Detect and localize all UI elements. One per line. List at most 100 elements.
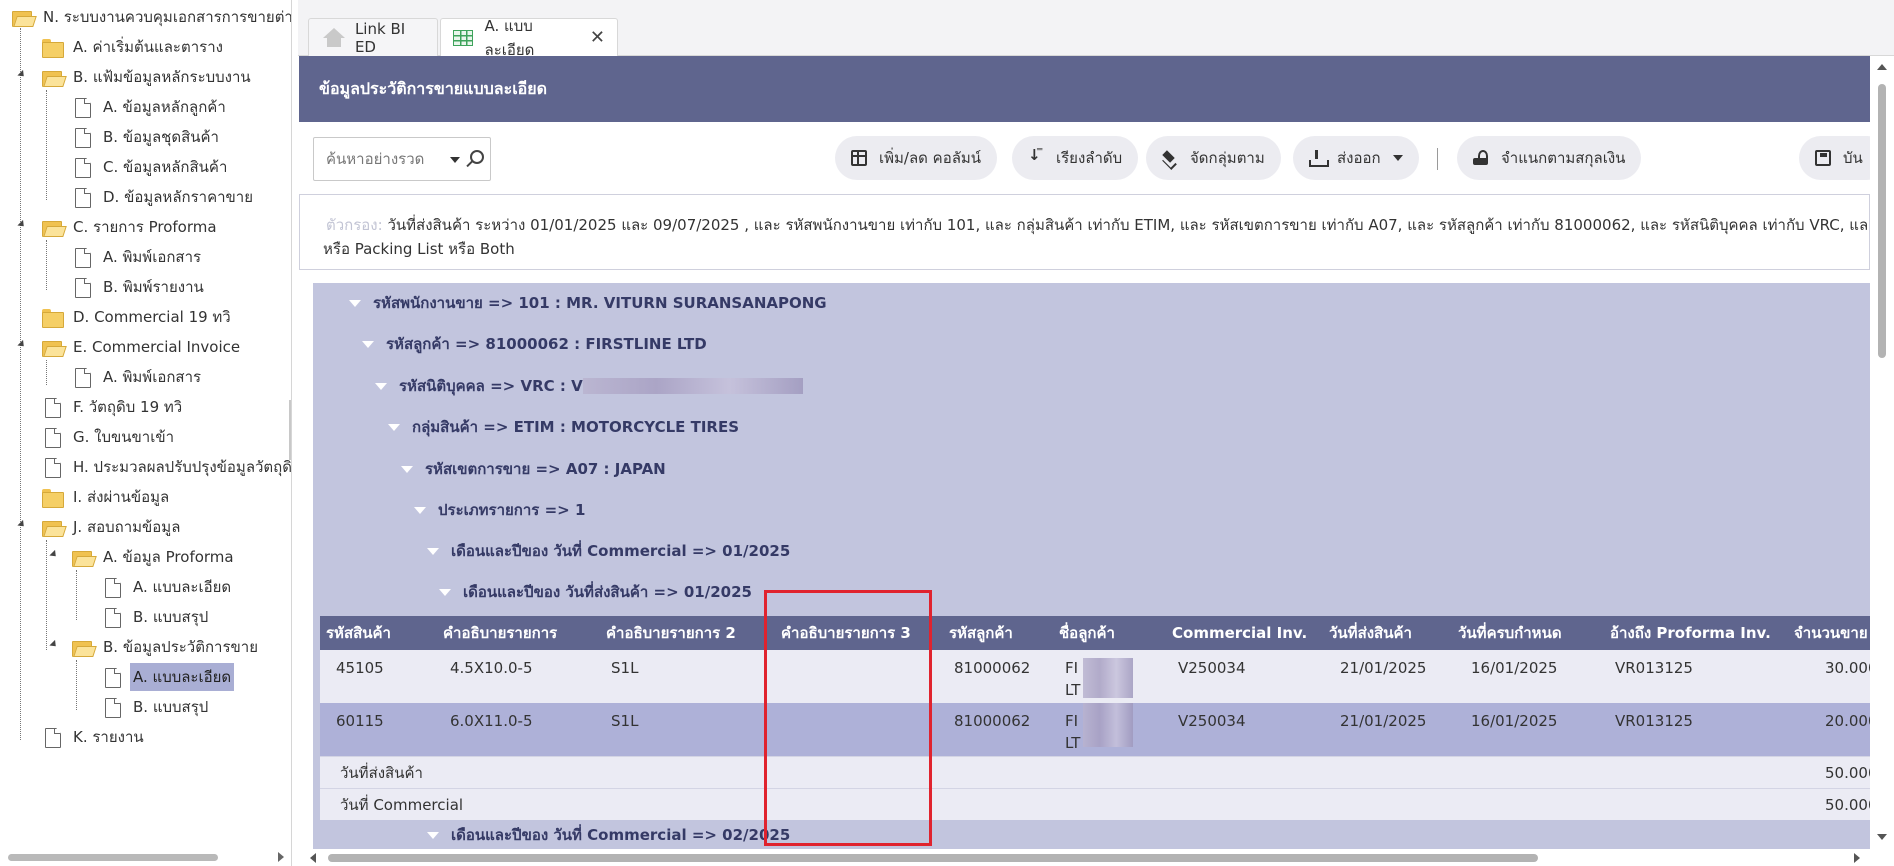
tree-node-selected[interactable]: A. แบบละเอียด: [102, 663, 238, 691]
scroll-right-arrow-icon[interactable]: [278, 852, 284, 862]
group-row[interactable]: ประเภทรายการ => 1: [313, 492, 585, 528]
chevron-down-icon[interactable]: [450, 157, 460, 163]
column-header[interactable]: คำอธิบายรายการ: [443, 616, 557, 650]
collapse-arrow-icon[interactable]: [362, 340, 374, 348]
tree-node[interactable]: A. ข้อมูล Proforma: [72, 544, 241, 570]
tree-node[interactable]: E. Commercial Invoice: [42, 334, 247, 360]
expand-arrow-icon[interactable]: [17, 69, 27, 80]
cell-ship-date: 21/01/2025: [1340, 659, 1427, 677]
tree-node[interactable]: B. แบบสรุป: [102, 604, 215, 630]
tree-node[interactable]: J. สอบถามข้อมูล: [42, 514, 187, 540]
column-header[interactable]: จำนวนขาย: [1794, 616, 1868, 650]
expand-arrow-icon[interactable]: [17, 219, 27, 230]
tree-node[interactable]: C. รายการ Proforma: [42, 214, 224, 240]
scrollbar-thumb[interactable]: [1878, 84, 1886, 358]
expand-arrow-icon[interactable]: [17, 519, 27, 530]
tree-horizontal-scrollbar[interactable]: [0, 848, 291, 866]
column-header[interactable]: อ้างถึง Proforma Inv.: [1610, 616, 1771, 650]
tree-splitter-handle[interactable]: [289, 400, 291, 460]
collapse-arrow-icon[interactable]: [401, 465, 413, 473]
horizontal-scrollbar[interactable]: [298, 849, 1870, 866]
tree-node[interactable]: A. แบบละเอียด: [102, 574, 238, 600]
highlight-box: [764, 590, 932, 846]
column-header[interactable]: วันที่ครบกำหนด: [1458, 616, 1562, 650]
tree-node[interactable]: I. ส่งผ่านข้อมูล: [42, 484, 176, 510]
redacted-block: [1083, 658, 1133, 698]
document-icon: [75, 98, 91, 116]
group-row[interactable]: เดือนและปีของ วันที่ส่งสินค้า => 01/2025: [313, 574, 752, 610]
columns-button[interactable]: เพิ่ม/ลด คอลัมน์: [835, 136, 998, 180]
scroll-down-arrow-icon[interactable]: [1877, 834, 1887, 840]
collapse-arrow-icon[interactable]: [427, 547, 439, 555]
tree-node[interactable]: F. วัตถุดิบ 19 ทวิ: [42, 394, 189, 420]
folder-icon: [42, 38, 64, 58]
expand-arrow-icon[interactable]: [49, 639, 59, 650]
group-row[interactable]: กลุ่มสินค้า => ETIM : MOTORCYCLE TIRES: [313, 409, 739, 445]
tree-node[interactable]: H. ประมวลผลปรับปรุงข้อมูลวัตถุดิ: [42, 454, 291, 480]
collapse-arrow-icon[interactable]: [414, 506, 426, 514]
filter-line: หรือ Packing List หรือ Both: [323, 237, 1868, 261]
tree-connector: [46, 90, 47, 200]
group-row[interactable]: รหัสนิติบุคคล => VRC : V: [313, 368, 803, 404]
hand-money-icon: [1473, 150, 1489, 166]
scroll-left-arrow-icon[interactable]: [310, 853, 316, 863]
table-row[interactable]: 60115 6.0X11.0-5 S1L 81000062 FI LT V2500…: [320, 703, 1870, 756]
group-row[interactable]: เดือนและปีของ วันที่ Commercial => 01/20…: [313, 533, 790, 569]
expand-arrow-icon[interactable]: [17, 339, 27, 350]
scroll-up-arrow-icon[interactable]: [1877, 64, 1887, 70]
column-header[interactable]: วันที่ส่งสินค้า: [1329, 616, 1412, 650]
column-header[interactable]: รหัสลูกค้า: [949, 616, 1013, 650]
group-row[interactable]: เดือนและปีของ วันที่ Commercial => 02/20…: [313, 820, 790, 849]
collapse-arrow-icon[interactable]: [388, 423, 400, 431]
search-input[interactable]: ค้นหาอย่างรวด: [313, 137, 491, 181]
columns-icon: [851, 150, 867, 166]
subtotal-quantity: 50.000: [1825, 764, 1870, 782]
tree-node[interactable]: B. พิมพ์รายงาน: [72, 274, 211, 300]
group-button[interactable]: จัดกลุ่มตาม: [1146, 136, 1281, 180]
tree-node[interactable]: B. แบบสรุป: [102, 694, 215, 720]
export-button[interactable]: ส่งออก: [1293, 136, 1419, 180]
scrollbar-thumb[interactable]: [8, 854, 218, 861]
tree-node[interactable]: A. พิมพ์เอกสาร: [72, 364, 208, 390]
tree-node[interactable]: G. ใบขนขาเข้า: [42, 424, 181, 450]
group-row[interactable]: รหัสพนักงานขาย => 101 : MR. VITURN SURAN…: [313, 285, 827, 321]
close-icon[interactable]: ✕: [590, 29, 605, 47]
table-row[interactable]: 45105 4.5X10.0-5 S1L 81000062 FI LT V2500…: [320, 650, 1870, 703]
column-header[interactable]: คำอธิบายรายการ 2: [606, 616, 736, 650]
tree-node[interactable]: B. ข้อมูลประวัติการขาย: [72, 634, 265, 660]
tree-node[interactable]: A. ค่าเริ่มต้นและตาราง: [42, 34, 230, 60]
tab-detail[interactable]: A. แบบละเอียด ✕: [440, 17, 618, 59]
tree-node[interactable]: B. ข้อมูลชุดสินค้า: [72, 124, 226, 150]
tree-node[interactable]: D. ข้อมูลหลักราคาขาย: [72, 184, 260, 210]
document-icon: [75, 188, 91, 206]
group-row[interactable]: รหัสเขตการขาย => A07 : JAPAN: [313, 451, 666, 487]
column-header[interactable]: ชื่อลูกค้า: [1059, 616, 1115, 650]
cell-due-date: 16/01/2025: [1471, 712, 1558, 730]
collapse-arrow-icon[interactable]: [439, 588, 451, 596]
currency-button[interactable]: จำแนกตามสกุลเงิน: [1457, 136, 1642, 180]
tree-node[interactable]: K. รายงาน: [42, 724, 151, 750]
collapse-arrow-icon[interactable]: [375, 382, 387, 390]
app-window: N. ระบบงานควบคุมเอกสารการขายต่า A. ค่าเร…: [0, 0, 1894, 866]
tree-node[interactable]: N. ระบบงานควบคุมเอกสารการขายต่า: [12, 4, 291, 30]
columns-button-label: เพิ่ม/ลด คอลัมน์: [879, 149, 982, 167]
group-row-label: เดือนและปีของ วันที่ส่งสินค้า => 01/2025: [463, 583, 752, 601]
collapse-arrow-icon[interactable]: [349, 299, 361, 307]
expand-arrow-icon[interactable]: [49, 549, 59, 560]
tab-link-bi-ed[interactable]: Link BI ED: [308, 18, 438, 56]
document-icon: [105, 608, 121, 626]
sort-button[interactable]: เรียงลำดับ: [1012, 136, 1139, 180]
group-row[interactable]: รหัสลูกค้า => 81000062 : FIRSTLINE LTD: [313, 326, 707, 362]
tree-node[interactable]: A. ข้อมูลหลักลูกค้า: [72, 94, 233, 120]
column-header[interactable]: รหัสสินค้า: [326, 616, 391, 650]
scrollbar-thumb[interactable]: [328, 854, 1538, 862]
scroll-right-arrow-icon[interactable]: [1854, 853, 1860, 863]
tree-node[interactable]: C. ข้อมูลหลักสินค้า: [72, 154, 234, 180]
tree-node[interactable]: D. Commercial 19 ทวิ: [42, 304, 238, 330]
collapse-arrow-icon[interactable]: [427, 831, 439, 839]
column-header[interactable]: Commercial Inv.: [1172, 616, 1307, 650]
search-icon[interactable]: [470, 150, 484, 164]
vertical-scrollbar[interactable]: [1870, 56, 1894, 850]
tree-node[interactable]: A. พิมพ์เอกสาร: [72, 244, 208, 270]
tree-node[interactable]: B. แฟ้มข้อมูลหลักระบบงาน: [42, 64, 258, 90]
